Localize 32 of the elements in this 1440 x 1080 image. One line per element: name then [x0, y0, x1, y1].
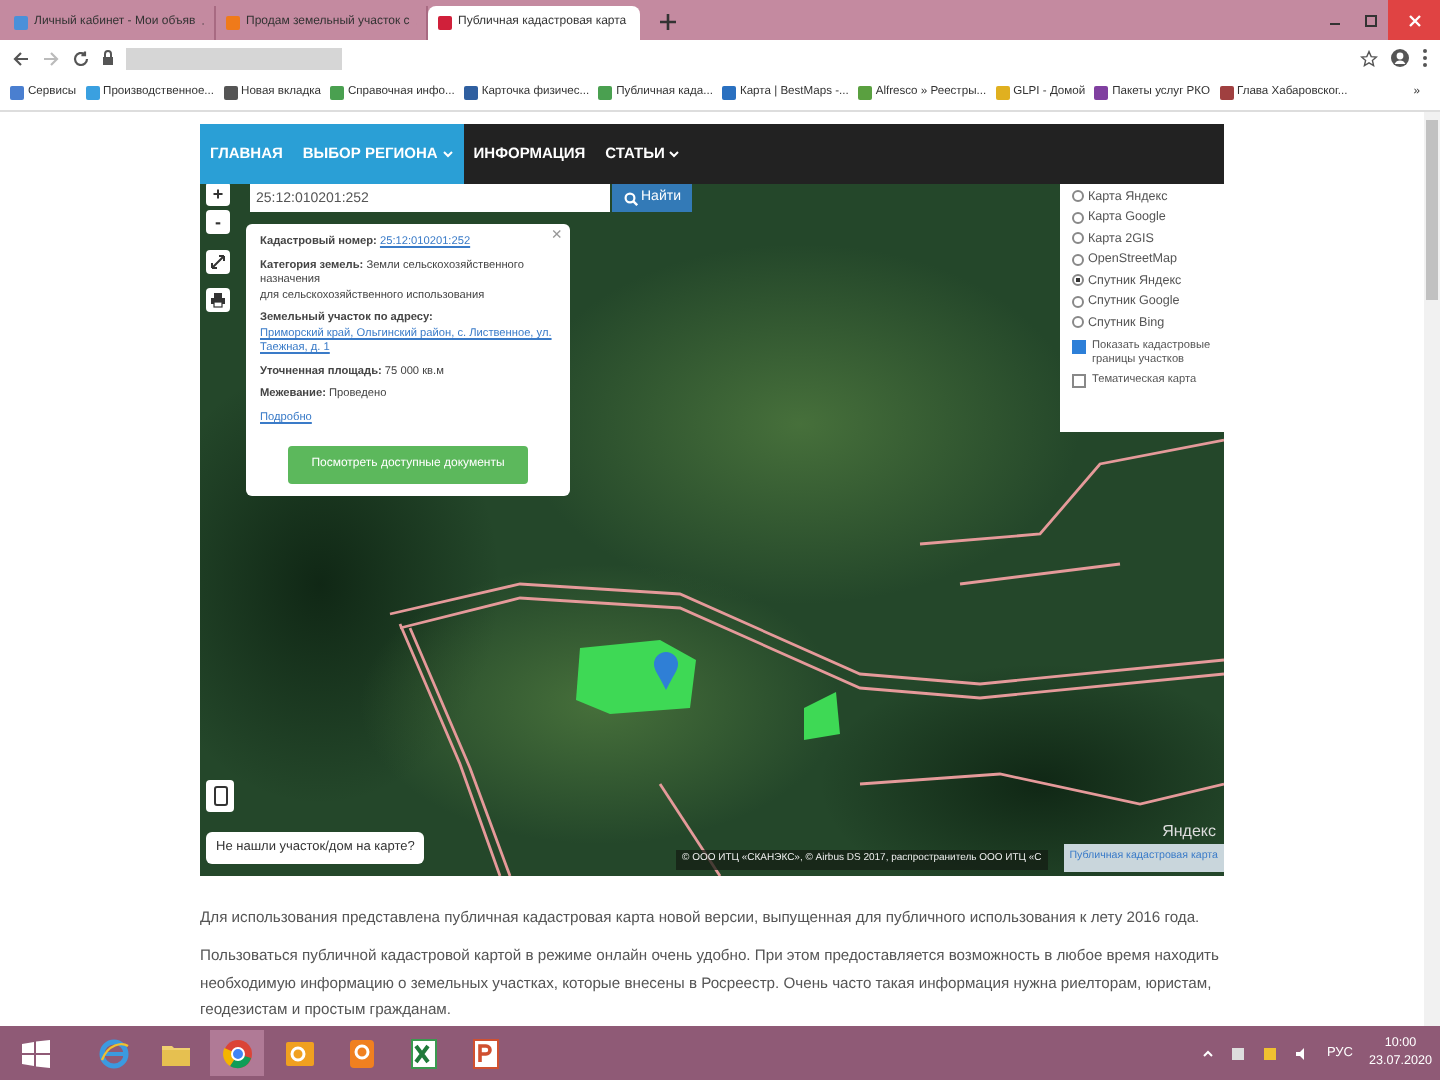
radio-button[interactable] [1072, 190, 1084, 203]
radio-button[interactable] [1072, 211, 1084, 224]
lock-icon[interactable] [102, 50, 114, 66]
new-tab-icon[interactable] [656, 10, 680, 34]
reload-icon[interactable] [72, 49, 90, 67]
scrollbar[interactable] [1424, 112, 1440, 1026]
search-icon [623, 191, 637, 205]
satellite-map[interactable] [200, 184, 1224, 876]
radio-button[interactable] [1072, 295, 1084, 308]
print-button[interactable] [206, 288, 230, 312]
back-arrow-icon[interactable] [12, 49, 30, 67]
radio-button[interactable] [1072, 253, 1084, 266]
star-icon[interactable] [1360, 49, 1378, 67]
zoom-out-button[interactable]: - [206, 210, 230, 234]
land-plot-shape[interactable] [804, 692, 840, 740]
network-icon[interactable] [1230, 1045, 1247, 1061]
radio-button[interactable] [1072, 232, 1084, 245]
mobile-view-button[interactable] [206, 780, 234, 812]
zoom-in-button[interactable]: + [206, 184, 230, 206]
menu-icon[interactable] [1422, 48, 1428, 68]
chrome-icon[interactable] [210, 1030, 264, 1076]
phone-icon[interactable] [213, 786, 227, 806]
provider-logo: Яндекс [1162, 820, 1216, 844]
account-icon[interactable] [1390, 48, 1410, 68]
notification-icon[interactable] [1262, 1045, 1279, 1061]
checkbox[interactable] [1072, 374, 1086, 389]
close-icon[interactable] [1388, 0, 1440, 40]
radio-button[interactable] [1072, 316, 1084, 329]
land-plot-shape[interactable] [576, 640, 696, 714]
checkbox[interactable] [1072, 339, 1086, 353]
fullscreen-button[interactable] [206, 250, 230, 274]
radio-button[interactable] [1072, 274, 1084, 287]
